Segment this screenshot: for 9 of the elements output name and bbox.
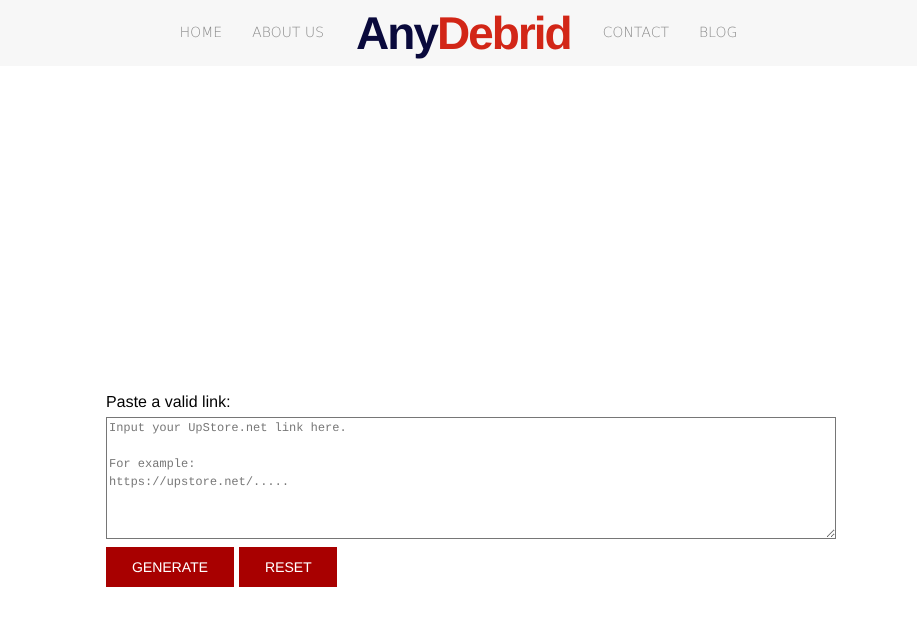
nav-link[interactable]: HOME (180, 22, 222, 44)
logo[interactable]: AnyDebrid (356, 10, 571, 56)
nav-link[interactable]: ABOUT US (252, 22, 324, 44)
nav-link[interactable]: BLOG (699, 22, 738, 44)
field-label: Paste a valid link: (106, 393, 232, 413)
link-input[interactable]: Input your UpStore.net link here. For example: https://upstore.net/..... (106, 417, 836, 539)
reset-button[interactable]: RESET (239, 547, 337, 587)
nav-link[interactable]: CONTACT (602, 22, 670, 44)
generate-button[interactable]: GENERATE (106, 547, 234, 587)
